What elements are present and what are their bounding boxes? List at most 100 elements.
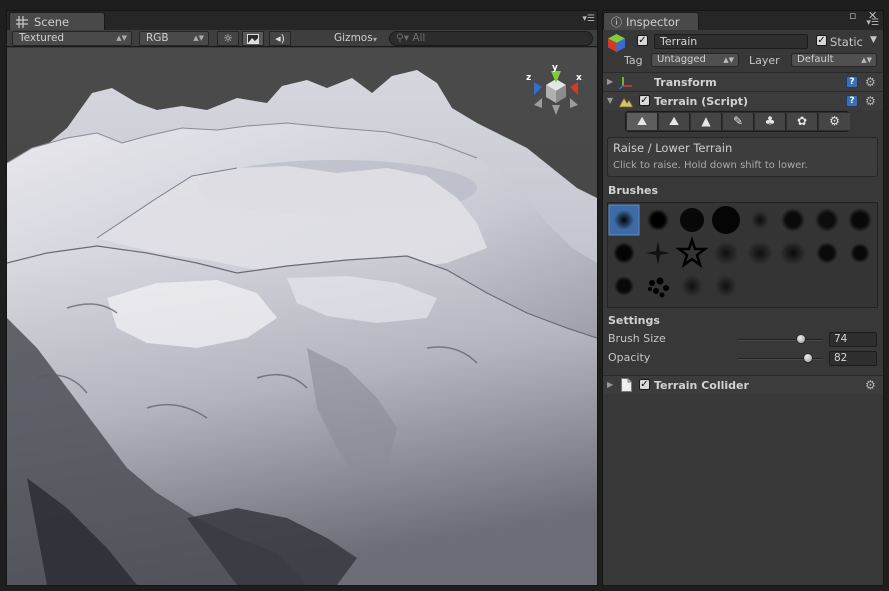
gear-icon[interactable]: ⚙ [865, 95, 876, 107]
tab-inspector-label: Inspector [626, 15, 680, 29]
terrain-render [7, 48, 597, 585]
layer-dropdown[interactable]: Default ▲▼ [791, 53, 877, 67]
info-icon: ⓘ [611, 16, 622, 29]
orientation-gizmo[interactable]: y x z [522, 63, 584, 129]
brush-noise-3[interactable] [811, 205, 842, 236]
brush-streaks-3[interactable] [777, 238, 808, 269]
layer-label: Layer [749, 54, 780, 67]
tool-description: Click to raise. Hold down shift to lower… [613, 160, 808, 171]
paint-texture-tool[interactable]: ✎ [723, 113, 754, 130]
paint-details-icon: ✿ [796, 114, 808, 128]
brush-large-round[interactable] [710, 205, 741, 236]
paint-height-tool[interactable]: ⛰ [659, 113, 690, 130]
updown-arrows-icon: ▲▼ [116, 34, 127, 42]
tab-scene-label: Scene [34, 15, 70, 29]
terrain-enabled-checkbox[interactable]: ✓ [639, 95, 650, 106]
raise-lower-icon: ⛰ [636, 114, 648, 128]
render-mode-dropdown[interactable]: Textured ▲▼ [12, 31, 132, 46]
axis-z-label: z [526, 73, 531, 83]
search-input[interactable]: ⚲▾ All [389, 31, 593, 46]
brush-size-field[interactable]: 74 [829, 332, 877, 347]
active-checkbox[interactable]: ✓ [637, 35, 648, 46]
brush-hard-round[interactable] [676, 205, 707, 236]
foldout-arrow-icon[interactable]: ▶ [607, 380, 613, 389]
transform-component-header[interactable]: ▶ Transform ? ⚙ [603, 72, 883, 91]
help-icon[interactable]: ? [846, 76, 858, 88]
static-label: Static [830, 35, 863, 49]
paint-texture-icon: ✎ [732, 114, 744, 128]
brush-splat-3[interactable] [844, 238, 875, 269]
brush-speckle-1[interactable] [676, 271, 707, 302]
restore-icon[interactable]: ▫ [849, 9, 856, 22]
paint-details-tool[interactable]: ✿ [787, 113, 818, 130]
brush-noise-4[interactable] [844, 205, 875, 236]
brush-splat-4[interactable] [609, 271, 640, 302]
brush-size-slider-thumb[interactable] [795, 334, 806, 344]
static-dropdown-icon[interactable]: ▼ [870, 35, 877, 45]
brush-splat-1[interactable] [609, 238, 640, 269]
tab-scene[interactable]: Scene [9, 12, 105, 30]
help-icon[interactable]: ? [846, 95, 858, 107]
speaker-icon: ◂) [275, 32, 285, 45]
brush-noise-1[interactable] [744, 205, 775, 236]
static-checkbox[interactable]: ✓ [816, 35, 827, 46]
tag-dropdown[interactable]: Untagged ▲▼ [651, 53, 739, 67]
terrain-collider-header[interactable]: ▶ ✓ Terrain Collider ⚙ [603, 375, 883, 394]
scene-panel: Scene ▾☰ Textured ▲▼ RGB ▲▼ ☼ ◂) Gizmos … [6, 10, 598, 586]
chevron-down-icon: ▾ [372, 35, 377, 44]
brush-star-outline[interactable] [676, 238, 707, 269]
scene-viewport[interactable]: y x z [7, 48, 597, 585]
opacity-slider-thumb[interactable] [802, 353, 813, 363]
brush-size-slider[interactable] [738, 339, 823, 341]
panel-menu-icon[interactable]: ▾☰ [581, 15, 595, 27]
brush-splat-2[interactable] [811, 238, 842, 269]
tool-title: Raise / Lower Terrain [613, 141, 733, 155]
terrain-component-header[interactable]: ▼ ✓ Terrain (Script) ? ⚙ [603, 91, 883, 110]
brush-speckle-2[interactable] [710, 271, 741, 302]
foldout-arrow-icon[interactable]: ▼ [607, 96, 613, 105]
brush-star-burst[interactable] [642, 238, 673, 269]
gizmos-dropdown[interactable]: Gizmos ▾ [327, 31, 382, 46]
brush-dots[interactable] [642, 271, 673, 302]
place-trees-icon: ♣ [764, 114, 776, 128]
color-mode-dropdown[interactable]: RGB ▲▼ [139, 31, 209, 46]
sun-icon: ☼ [223, 32, 233, 45]
brush-noise-2[interactable] [777, 205, 808, 236]
lighting-toggle[interactable]: ☼ [217, 31, 239, 46]
paint-height-icon: ⛰ [668, 114, 680, 128]
tool-info-box: Raise / Lower Terrain Click to raise. Ho… [607, 137, 878, 177]
smooth-height-tool[interactable]: ▲ [691, 113, 722, 130]
foldout-arrow-icon[interactable]: ▶ [607, 77, 613, 86]
brush-streaks-1[interactable] [710, 238, 741, 269]
brush-grid [607, 202, 878, 308]
brushes-heading: Brushes [608, 184, 659, 197]
brush-streaks-2[interactable] [744, 238, 775, 269]
updown-arrows-icon: ▲▼ [861, 56, 872, 64]
collider-enabled-checkbox[interactable]: ✓ [639, 379, 650, 390]
gameobject-cube-icon [608, 34, 625, 52]
raise-lower-tool[interactable]: ⛰ [627, 113, 658, 130]
tab-inspector[interactable]: ⓘ Inspector [603, 12, 699, 30]
axis-z-cone-icon[interactable] [534, 82, 542, 95]
axis-x-cone-icon[interactable] [570, 82, 578, 95]
settings-icon: ⚙ [829, 114, 840, 128]
inspector-tabbar: ⓘ Inspector ▫ ✕ ▾☰ [603, 9, 883, 31]
gear-icon[interactable]: ⚙ [865, 76, 876, 88]
brush-medium-round[interactable] [642, 205, 673, 236]
image-effects-toggle[interactable] [242, 31, 264, 46]
place-trees-tool[interactable]: ♣ [755, 113, 786, 130]
opacity-field[interactable]: 82 [829, 351, 877, 366]
object-name-field[interactable]: Terrain [654, 34, 808, 49]
panel-menu-icon[interactable]: ▾☰ [865, 19, 879, 31]
axis-x-label: x [576, 73, 582, 83]
object-name-value: Terrain [660, 35, 698, 48]
updown-arrows-icon: ▲▼ [193, 34, 204, 42]
terrain-settings-tool[interactable]: ⚙ [819, 113, 850, 130]
brush-soft-round[interactable] [609, 205, 640, 236]
terrain-collider-label: Terrain Collider [654, 379, 749, 392]
gear-icon[interactable]: ⚙ [865, 379, 876, 391]
tag-value: Untagged [657, 54, 706, 65]
audio-toggle[interactable]: ◂) [269, 31, 291, 46]
transform-axes-icon [619, 77, 632, 89]
search-placeholder: All [412, 32, 426, 44]
